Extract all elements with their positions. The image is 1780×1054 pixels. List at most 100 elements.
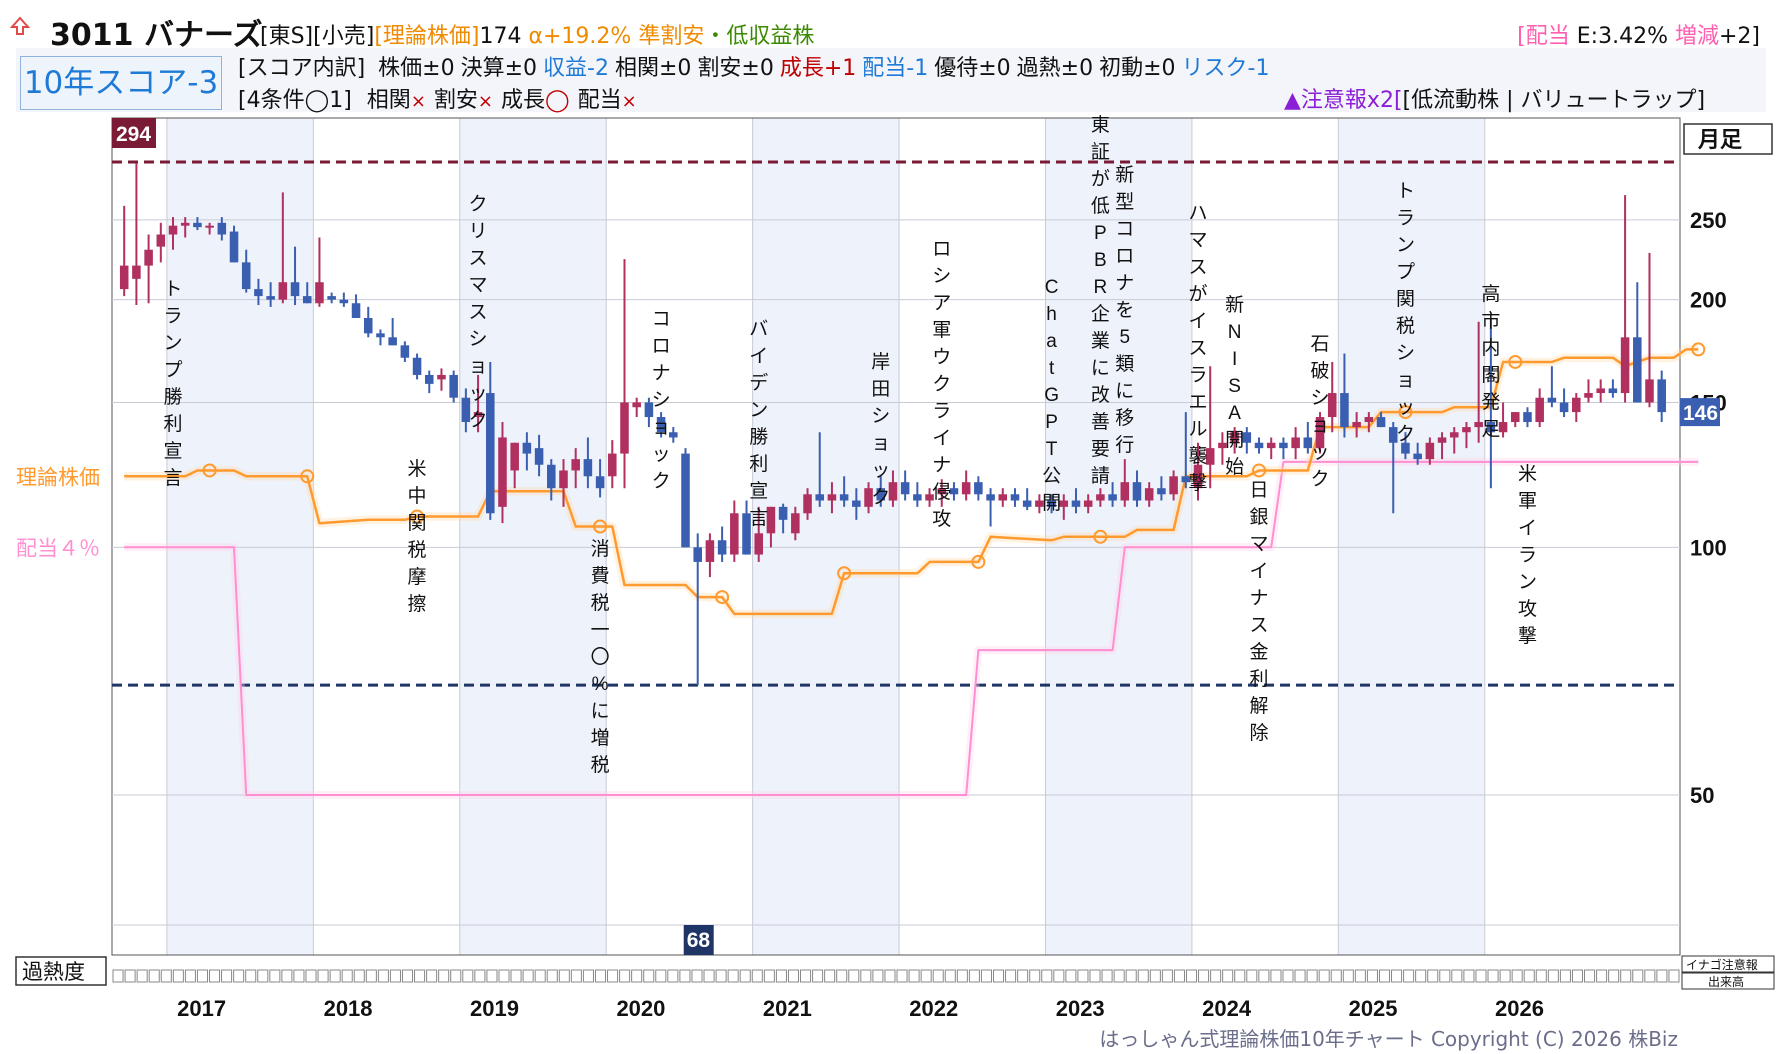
overheat-cell xyxy=(751,969,763,983)
event-char: 軍 xyxy=(932,320,951,341)
candle-body xyxy=(498,437,507,507)
candle-body xyxy=(363,317,373,334)
min-marker: 68 xyxy=(687,929,711,952)
overheat-cell xyxy=(208,969,221,983)
overheat-cell xyxy=(1535,969,1547,983)
candle-body xyxy=(1010,494,1020,501)
event-char: 税 xyxy=(408,539,427,561)
copyright: はっしゃん式理論株価10年チャート Copyright (C) 2026 株Bi… xyxy=(1099,1027,1678,1051)
event-char: ン xyxy=(1518,572,1537,593)
overheat-cell xyxy=(1391,969,1403,983)
event-annotation: 消費税一〇%に増税 xyxy=(591,538,610,776)
event-char: ョ xyxy=(1311,415,1330,436)
overheat-cell xyxy=(932,969,944,983)
candle-body xyxy=(449,374,458,398)
event-annotation: 石破ショック xyxy=(1311,334,1330,490)
event-char: 襲 xyxy=(1189,445,1208,467)
candle-body xyxy=(327,296,336,300)
event-char: ス xyxy=(469,248,488,269)
event-char: 言 xyxy=(749,507,768,529)
x-tick-label: 2024 xyxy=(1202,996,1252,1021)
event-char: 行 xyxy=(1115,434,1134,456)
overheat-cell xyxy=(1668,969,1680,983)
overheat-cell xyxy=(1354,969,1366,983)
overheat-cell xyxy=(450,969,462,983)
event-char: シ xyxy=(469,329,488,350)
event-char: 類 xyxy=(1115,353,1134,375)
candle-body xyxy=(156,234,166,247)
overheat-cell xyxy=(1547,969,1559,983)
overheat-cell xyxy=(582,969,594,983)
event-char: G xyxy=(1044,385,1059,406)
candle-body xyxy=(1376,417,1386,428)
event-char: 東 xyxy=(1091,114,1110,136)
overheat-cell xyxy=(691,969,703,983)
event-char: 攻 xyxy=(1518,598,1537,620)
event-char: 業 xyxy=(1091,330,1110,352)
overheat-cell xyxy=(956,969,968,983)
event-char: 足 xyxy=(1481,419,1500,440)
candle-body xyxy=(913,494,922,501)
event-char: 5 xyxy=(1120,327,1131,348)
event-char: ョ xyxy=(652,417,671,438)
overheat-cell xyxy=(1632,969,1644,983)
candle-body xyxy=(339,299,349,304)
event-char: 新 xyxy=(1115,164,1134,186)
overheat-cell xyxy=(1656,969,1668,983)
candle-body xyxy=(1523,412,1532,423)
overheat-cell xyxy=(196,969,208,983)
event-char: シ xyxy=(871,406,890,427)
event-char: 〇 xyxy=(591,646,610,668)
event-char: 閣 xyxy=(1481,365,1500,386)
overheat-cell xyxy=(739,969,751,983)
x-tick-label: 2023 xyxy=(1056,996,1105,1021)
overheat-cell xyxy=(245,969,257,983)
event-char: イ xyxy=(749,346,768,367)
event-char: ト xyxy=(164,279,183,300)
overheat-cell xyxy=(1475,969,1487,983)
overheat-cell xyxy=(1137,969,1149,983)
candle-body xyxy=(1462,427,1471,433)
event-char: 米 xyxy=(1518,463,1537,485)
overheat-cell xyxy=(1608,969,1620,983)
overheat-cell xyxy=(221,969,233,983)
candle-body xyxy=(1352,422,1361,428)
candle-body xyxy=(717,540,727,555)
overheat-cell xyxy=(148,969,160,983)
event-annotation: 米中関税摩擦 xyxy=(408,458,427,615)
overheat-cell xyxy=(1017,969,1029,983)
event-char: 消 xyxy=(591,538,610,560)
event-char: 言 xyxy=(164,467,183,489)
event-char: ラ xyxy=(1518,545,1537,566)
overheat-cell xyxy=(872,969,884,983)
inago-label: イナゴ注意報 xyxy=(1686,957,1758,972)
overheat-cell xyxy=(619,969,631,983)
overheat-cell xyxy=(112,969,124,983)
event-char: ス xyxy=(1189,257,1208,278)
overheat-cell xyxy=(992,969,1005,983)
candle-body xyxy=(534,448,544,465)
overheat-strip: 過熱度 イナゴ注意報出来高 xyxy=(15,955,1775,990)
candle-body xyxy=(424,374,434,384)
candle-body xyxy=(1620,337,1630,394)
candle-body xyxy=(217,222,227,235)
event-char: シ xyxy=(932,266,951,287)
overheat-cell xyxy=(1125,969,1137,983)
candle-body xyxy=(1254,442,1264,449)
event-char: コ xyxy=(652,309,671,330)
overheat-cell xyxy=(920,969,932,983)
overheat-cell xyxy=(1065,969,1077,983)
overheat-cell xyxy=(980,969,992,983)
overheat-cell xyxy=(124,969,136,983)
event-char: 利 xyxy=(749,453,768,475)
event-char: コ xyxy=(1115,219,1134,240)
candle-body xyxy=(754,533,763,555)
overheat-cell xyxy=(1571,969,1584,983)
event-char: 要 xyxy=(1091,439,1110,460)
overheat-cell xyxy=(257,969,269,983)
year-band xyxy=(459,118,607,955)
event-char: 軍 xyxy=(1518,491,1537,512)
candle-body xyxy=(1645,379,1654,403)
candle-body xyxy=(1608,388,1618,394)
overheat-cell xyxy=(184,969,196,983)
